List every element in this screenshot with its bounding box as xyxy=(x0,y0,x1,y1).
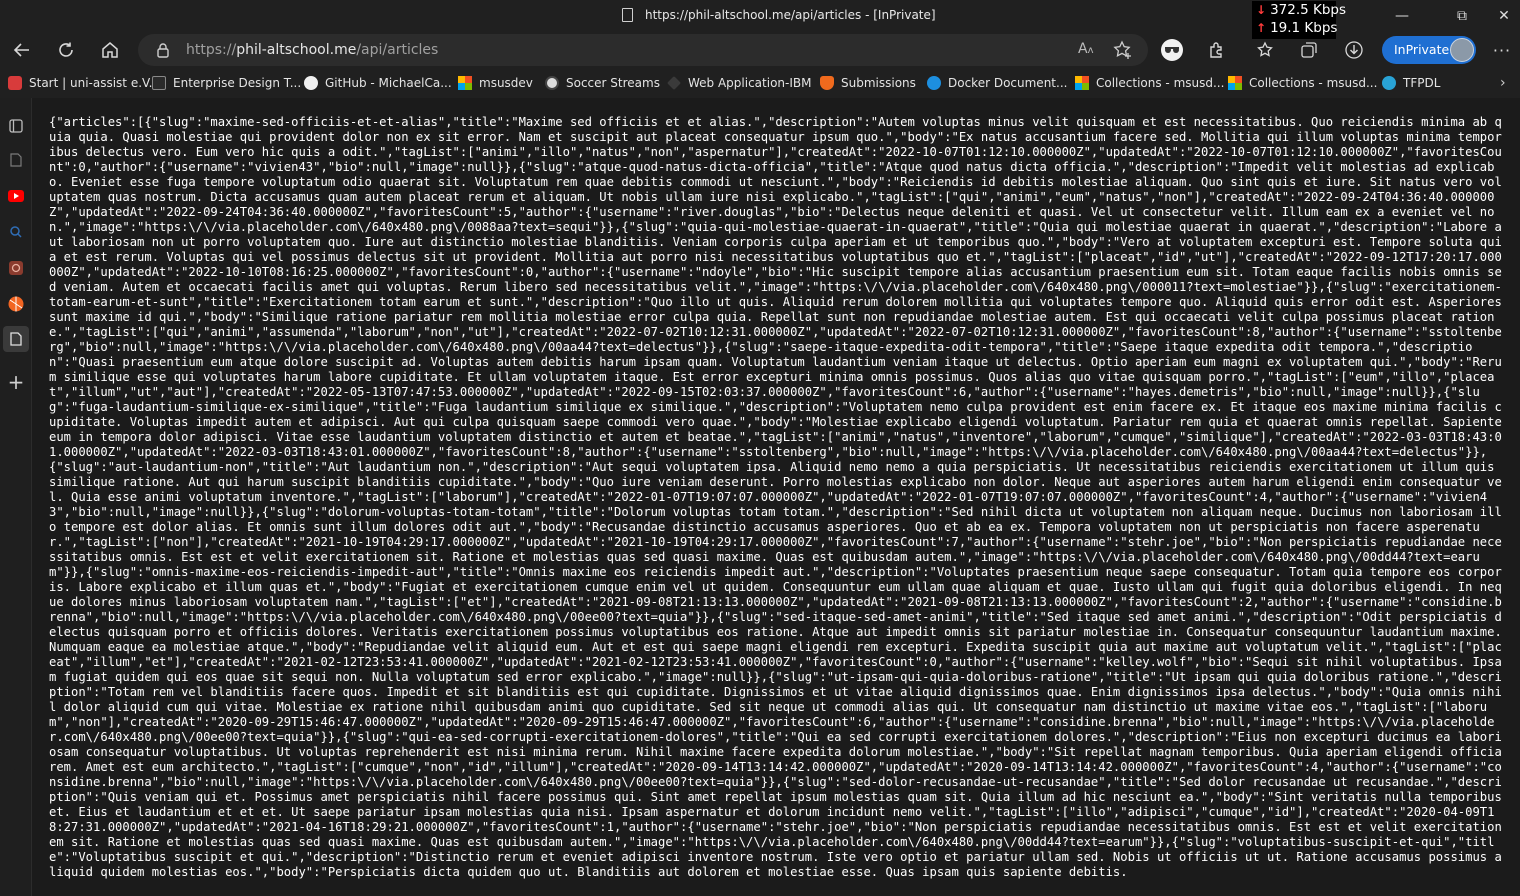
tab-actions-icon[interactable] xyxy=(6,116,26,136)
inprivate-button[interactable]: InPrivate xyxy=(1382,36,1476,64)
github-icon xyxy=(304,76,318,90)
download-arrow-icon: ↓ xyxy=(1256,3,1267,17)
favorite-item[interactable]: TFPDL xyxy=(1382,75,1440,91)
favorite-item[interactable]: Collections - msusd... xyxy=(1228,75,1377,91)
inprivate-label: InPrivate xyxy=(1394,42,1450,57)
extension-avatar-icon[interactable] xyxy=(1158,36,1186,64)
refresh-icon[interactable] xyxy=(52,36,80,64)
avatar xyxy=(1450,38,1474,62)
favorite-item[interactable]: Submissions xyxy=(820,75,916,91)
url-host: phil-altschool.me xyxy=(236,42,357,58)
url-path: /api/articles xyxy=(356,42,439,58)
upload-speed-value: 19.1 Kbps xyxy=(1270,20,1338,36)
read-aloud-icon[interactable]: Aʌ xyxy=(1078,41,1094,57)
favorite-label: Docker Document... xyxy=(948,76,1068,90)
maximize-button[interactable]: ⧉ xyxy=(1440,4,1484,28)
close-window-button[interactable]: ✕ xyxy=(1482,4,1520,28)
ibm-icon xyxy=(667,76,681,90)
docker-icon xyxy=(927,76,941,90)
favorite-label: Enterprise Design T... xyxy=(173,76,302,90)
microsoft-icon xyxy=(1228,76,1242,90)
bookmark-icon xyxy=(152,76,166,90)
favorite-item[interactable]: GitHub - MichaelCa... xyxy=(304,75,452,91)
tfpdl-icon xyxy=(1382,76,1396,90)
address-bar[interactable]: https://phil-altschool.me/api/articles A… xyxy=(138,34,1148,66)
active-tab-icon[interactable] xyxy=(3,326,29,352)
favorite-label: Soccer Streams xyxy=(566,76,660,90)
favorite-label: Submissions xyxy=(841,76,916,90)
url-text[interactable]: https://phil-altschool.me/api/articles xyxy=(186,42,438,58)
favorites-icon[interactable] xyxy=(1252,36,1280,64)
home-icon[interactable] xyxy=(96,36,124,64)
microsoft-icon xyxy=(458,76,472,90)
collections-icon[interactable] xyxy=(1295,36,1323,64)
upload-speed: ↑ 19.1 Kbps xyxy=(1256,20,1337,36)
favorite-label: Collections - msusd... xyxy=(1249,76,1378,90)
url-scheme: https:// xyxy=(186,42,237,58)
submissions-icon xyxy=(820,76,834,90)
new-tab-plus-icon[interactable]: + xyxy=(6,370,26,394)
page-icon xyxy=(622,8,633,22)
page-tab-icon[interactable] xyxy=(6,150,26,170)
favorite-label: Collections - msusd... xyxy=(1096,76,1225,90)
add-favorite-icon[interactable] xyxy=(1113,40,1133,64)
basketball-tab-icon[interactable] xyxy=(6,294,26,314)
favorite-item[interactable]: Collections - msusd... xyxy=(1075,75,1224,91)
soccer-ball-icon xyxy=(545,76,559,90)
favorite-label: msusdev xyxy=(479,76,533,90)
more-menu-icon[interactable]: ··· xyxy=(1488,36,1516,64)
youtube-tab-icon[interactable] xyxy=(6,186,26,206)
favorite-label: TFPDL xyxy=(1403,76,1441,90)
favorite-label: Web Application-IBM xyxy=(688,76,812,90)
download-speed: ↓ 372.5 Kbps xyxy=(1256,2,1346,18)
network-speed-overlay: ↓ 372.5 Kbps ↑ 19.1 Kbps xyxy=(1252,1,1346,39)
chevron-right-icon[interactable]: › xyxy=(1500,75,1506,91)
raw-json-text: {"articles":[{"slug":"maxime-sed-officii… xyxy=(49,115,1510,879)
vertical-tabs-sidebar: + xyxy=(0,98,32,896)
extensions-puzzle-icon[interactable] xyxy=(1203,36,1231,64)
favorite-label: GitHub - MichaelCa... xyxy=(325,76,452,90)
favorite-item[interactable]: Soccer Streams xyxy=(545,75,660,91)
page-content: {"articles":[{"slug":"maxime-sed-officii… xyxy=(32,104,1520,896)
camera-tab-icon[interactable] xyxy=(6,258,26,278)
back-icon[interactable] xyxy=(8,36,36,64)
upload-arrow-icon: ↑ xyxy=(1256,21,1267,35)
favorite-item[interactable]: Start | uni-assist e.V. xyxy=(8,75,153,91)
favorite-item[interactable]: Web Application-IBM xyxy=(667,75,811,91)
lock-icon[interactable] xyxy=(156,42,170,62)
favorite-label: Start | uni-assist e.V. xyxy=(29,76,153,90)
favorite-item[interactable]: msusdev xyxy=(458,75,533,91)
uni-assist-icon xyxy=(8,76,22,90)
favorites-bar: Start | uni-assist e.V. Enterprise Desig… xyxy=(0,68,1520,98)
favorite-item[interactable]: Enterprise Design T... xyxy=(152,75,301,91)
search-tab-icon[interactable] xyxy=(6,222,26,242)
favorite-item[interactable]: Docker Document... xyxy=(927,75,1067,91)
downloads-icon[interactable] xyxy=(1340,36,1368,64)
minimize-button[interactable]: — xyxy=(1380,4,1424,28)
window-title: https://phil-altschool.me/api/articles -… xyxy=(645,8,936,22)
microsoft-icon xyxy=(1075,76,1089,90)
download-speed-value: 372.5 Kbps xyxy=(1270,2,1347,18)
